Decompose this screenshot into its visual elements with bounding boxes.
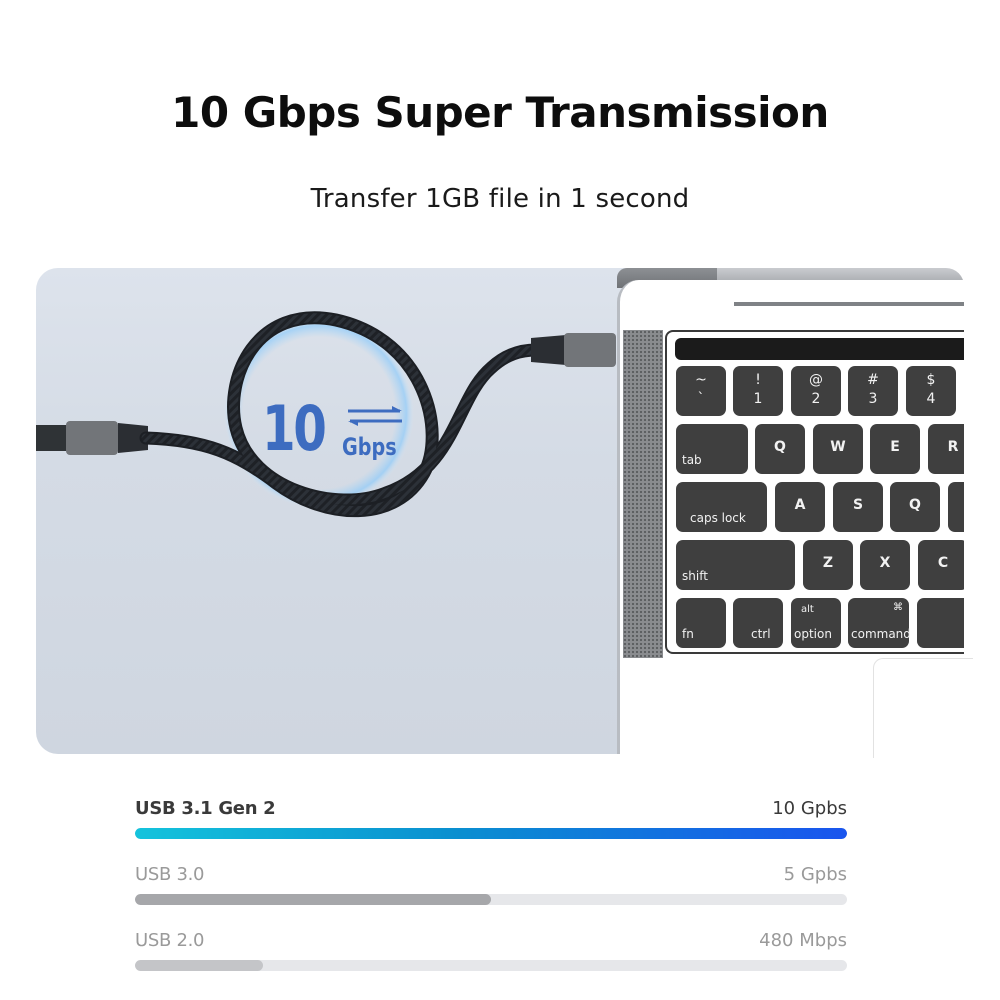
speed-label: USB 3.1 Gen 2 — [135, 798, 276, 819]
speed-bar-fill — [135, 960, 264, 971]
page-subtitle: Transfer 1GB file in 1 second — [310, 184, 690, 214]
left-plug-housing — [66, 421, 118, 455]
speed-bar-fill — [135, 894, 491, 905]
speed-badge: 10 Gbps — [262, 393, 422, 473]
speed-label: USB 2.0 — [135, 930, 205, 951]
speed-value: 5 Gpbs — [783, 864, 847, 885]
product-hero-image: ~ ` ! 1 @ 2 # 3 $ 4 tab Q W E R caps loc… — [36, 268, 973, 758]
speed-bar-track — [135, 960, 847, 971]
page-title: 10 Gbps Super Transmission — [171, 88, 829, 137]
right-strain-relief — [531, 335, 566, 365]
right-plug-housing — [564, 333, 616, 367]
speed-bar-fill — [135, 828, 847, 839]
badge-unit: Gbps — [342, 433, 397, 461]
speed-bar-track — [135, 828, 847, 839]
speed-label: USB 3.0 — [135, 864, 205, 885]
speed-value: 480 Mbps — [759, 930, 847, 951]
badge-number: 10 — [262, 392, 327, 465]
left-plug-metal — [36, 425, 66, 451]
speed-bar-track — [135, 894, 847, 905]
bidirectional-arrows-icon — [348, 406, 402, 426]
speed-value: 10 Gpbs — [772, 798, 847, 819]
usb-c-cable-icon — [36, 311, 616, 518]
